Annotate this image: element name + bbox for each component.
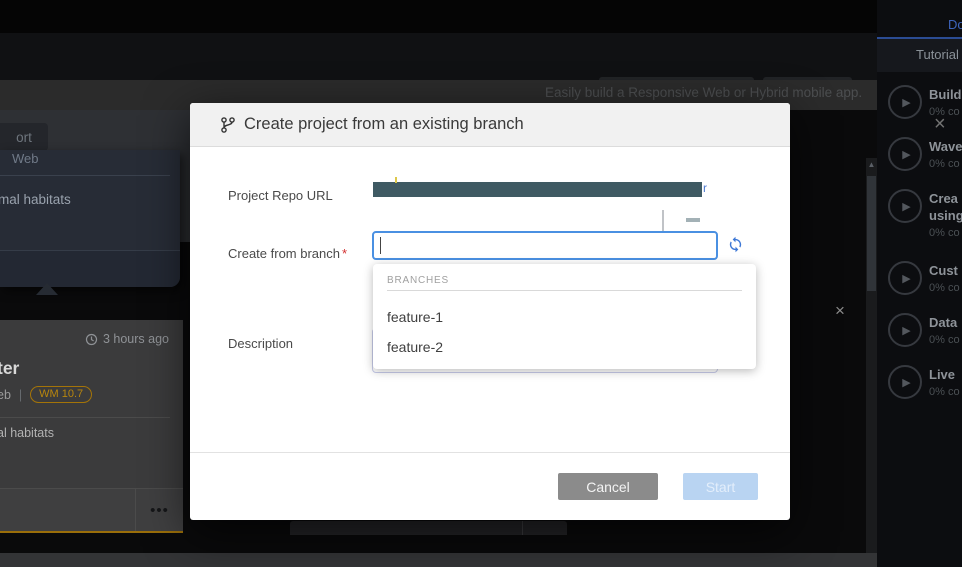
- tutorial-sidebar: Do Tutorial ▶ Build 0% co ▶ Wave 0% co ▶…: [877, 0, 962, 567]
- docs-link[interactable]: Do: [948, 17, 962, 32]
- card-footer: •••: [0, 488, 183, 531]
- refresh-branches-button[interactable]: [726, 236, 744, 254]
- project-platform: eb: [0, 388, 11, 402]
- top-header-bar: [0, 0, 877, 33]
- description-label: Description: [228, 336, 293, 351]
- play-glyph: ▶: [902, 200, 910, 213]
- dropdown-group-header: BRANCHES: [387, 275, 449, 286]
- play-icon[interactable]: ▶: [888, 137, 922, 171]
- play-glyph: ▶: [902, 376, 910, 389]
- tutorial-item[interactable]: ▶ Build 0% co: [888, 85, 962, 119]
- repo-url-selected-value: [373, 182, 702, 197]
- card-pointer-arrow: [36, 283, 58, 295]
- version-badge: WM 10.7: [30, 386, 92, 403]
- play-icon[interactable]: ▶: [888, 261, 922, 295]
- tutorial-progress: 0% co: [929, 334, 962, 346]
- branch-input[interactable]: [372, 231, 718, 260]
- play-icon[interactable]: ▶: [888, 313, 922, 347]
- scrollbar-thumb[interactable]: [867, 176, 876, 291]
- dialog-close-icon[interactable]: ×: [934, 114, 946, 134]
- page-footer-strip: [0, 553, 962, 567]
- play-glyph: ▶: [902, 96, 910, 109]
- git-branch-icon: [220, 116, 236, 134]
- last-modified-time: 3 hours ago: [85, 332, 169, 346]
- dialog-header: Create project from an existing branch ×: [190, 103, 790, 147]
- project-title: ter: [0, 358, 19, 379]
- play-glyph: ▶: [902, 148, 910, 161]
- tutorial-text: Crea using 0% co: [929, 189, 962, 239]
- play-icon[interactable]: ▶: [888, 189, 922, 223]
- dialog-title: Create project from an existing branch: [244, 115, 524, 134]
- tutorial-item[interactable]: ▶ Data 0% co: [888, 313, 962, 347]
- tutorial-title: Live: [929, 366, 962, 383]
- tutorial-item[interactable]: ▶ Cust 0% co: [888, 261, 962, 295]
- project-meta: eb | WM 10.7: [0, 386, 92, 403]
- tutorial-title: Data: [929, 314, 962, 331]
- cancel-button[interactable]: Cancel: [558, 473, 658, 500]
- repo-url-tail-char: r: [703, 181, 707, 195]
- required-asterisk: *: [342, 246, 347, 261]
- panel-close-icon[interactable]: ×: [835, 302, 845, 319]
- clock-icon: [85, 333, 98, 346]
- tutorial-text: Wave 0% co: [929, 137, 962, 171]
- time-ago-text: 3 hours ago: [103, 332, 169, 346]
- screen: emplate Bundles Manage Deployed Apps Tea…: [0, 0, 962, 567]
- tutorial-progress: 0% co: [929, 282, 962, 294]
- tutorial-text: Data 0% co: [929, 313, 962, 347]
- tooltip-dash: [686, 218, 700, 222]
- tutorial-progress: 0% co: [929, 158, 962, 170]
- dropdown-option-feature-1[interactable]: feature-1: [373, 303, 756, 331]
- dropdown-divider: [387, 290, 742, 291]
- branches-dropdown: BRANCHES feature-1 feature-2: [373, 264, 756, 369]
- tab-tutorial[interactable]: Tutorial: [916, 47, 959, 62]
- hero-subtitle: Easily build a Responsive Web or Hybrid …: [545, 85, 845, 100]
- branch-label-text: Create from branch: [228, 246, 340, 261]
- popover-item-habitats[interactable]: mal habitats: [0, 192, 71, 207]
- dialog-footer: Cancel Start: [190, 452, 790, 520]
- tutorial-progress: 0% co: [929, 386, 962, 398]
- play-glyph: ▶: [902, 272, 910, 285]
- tutorial-title: Wave: [929, 138, 962, 155]
- popover-item-web[interactable]: Web: [12, 151, 39, 166]
- popover-footer: [0, 251, 180, 287]
- scrollbar-up-arrow[interactable]: ▲: [866, 160, 877, 169]
- tutorial-text: Cust 0% co: [929, 261, 962, 295]
- popover-divider: [0, 175, 170, 176]
- repo-url-label: Project Repo URL: [228, 188, 333, 203]
- tutorial-text: Live 0% co: [929, 365, 962, 399]
- repo-url-selection-mark: [395, 177, 397, 183]
- refresh-icon: [727, 236, 744, 253]
- text-cursor: [380, 237, 381, 254]
- meta-separator: |: [19, 388, 22, 402]
- project-card: 3 hours ago ter eb | WM 10.7 al habitats…: [0, 320, 183, 533]
- main-scrollbar[interactable]: ▲: [866, 158, 877, 553]
- dropdown-option-feature-2[interactable]: feature-2: [373, 333, 756, 361]
- tutorial-title: Cust: [929, 262, 962, 279]
- branch-label: Create from branch*: [228, 246, 347, 261]
- import-button[interactable]: ort: [0, 123, 48, 151]
- platform-popover: Web mal habitats: [0, 150, 180, 287]
- tutorial-title: Build: [929, 86, 962, 103]
- card-divider: [0, 417, 170, 418]
- tooltip-stem-line: [662, 210, 664, 233]
- background-toolbar-fragment: [290, 521, 567, 535]
- tutorial-progress: 0% co: [929, 227, 962, 239]
- play-icon[interactable]: ▶: [888, 365, 922, 399]
- tutorial-item[interactable]: ▶ Crea using 0% co: [888, 189, 962, 239]
- create-project-dialog: Create project from an existing branch ×…: [190, 103, 790, 520]
- toolbar-divider: [522, 521, 523, 535]
- secondary-nav-bar: emplate Bundles Manage Deployed Apps Tea…: [0, 33, 877, 80]
- tutorial-item[interactable]: ▶ Live 0% co: [888, 365, 962, 399]
- play-glyph: ▶: [902, 324, 910, 337]
- project-description: al habitats: [0, 426, 54, 440]
- tutorial-title: Crea using: [929, 190, 962, 224]
- tutorial-item[interactable]: ▶ Wave 0% co: [888, 137, 962, 171]
- start-button[interactable]: Start: [683, 473, 758, 500]
- card-more-menu-button[interactable]: •••: [135, 489, 183, 532]
- play-icon[interactable]: ▶: [888, 85, 922, 119]
- sidebar-tab-bar: Tutorial: [877, 39, 962, 72]
